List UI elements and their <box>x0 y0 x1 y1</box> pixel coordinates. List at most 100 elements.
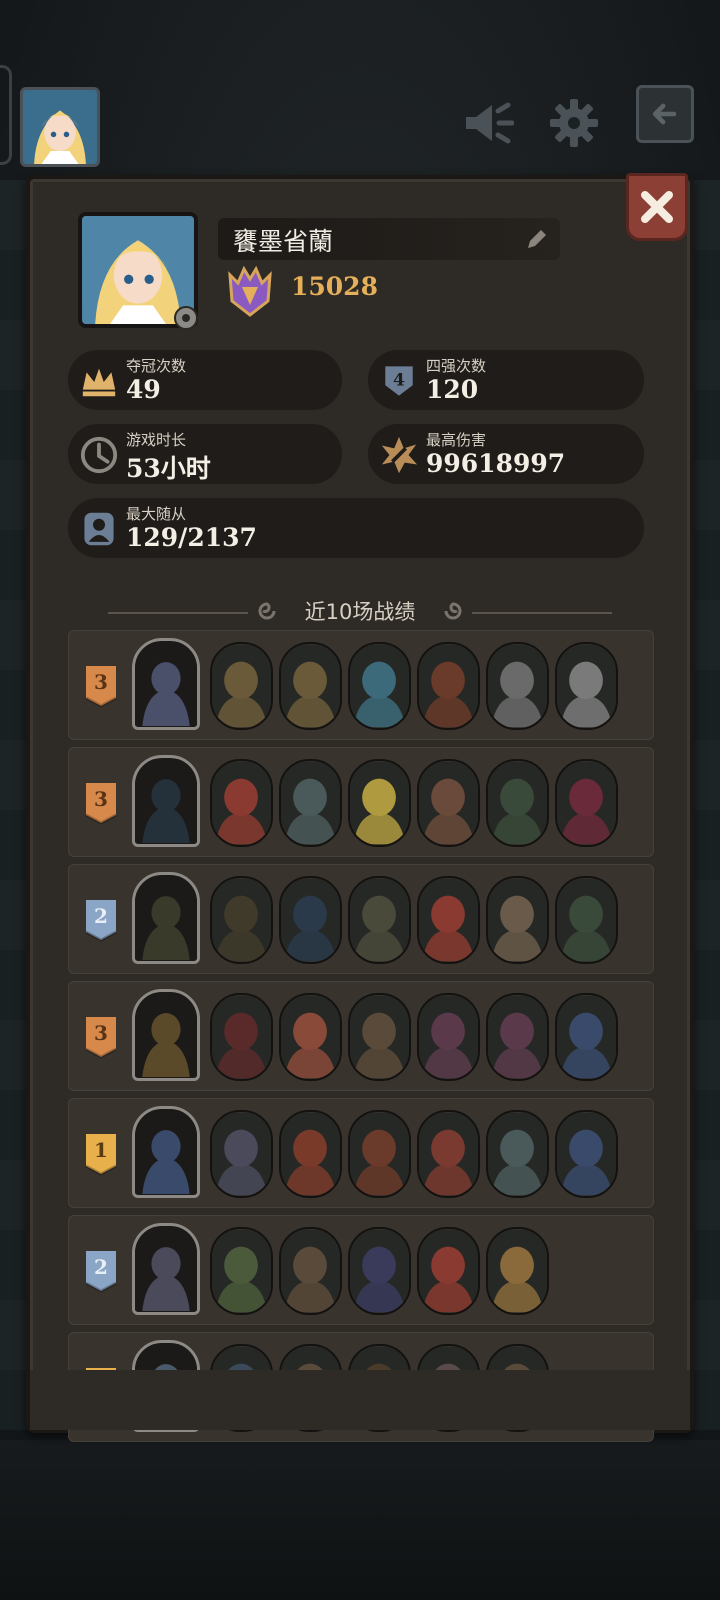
minion-portrait[interactable] <box>348 993 411 1081</box>
stat-label: 夺冠次数 <box>126 357 187 375</box>
minion-portrait[interactable] <box>348 876 411 964</box>
minion-portrait[interactable] <box>348 1227 411 1315</box>
stat-max-damage: 最高伤害 99618997 <box>368 424 644 484</box>
minion-portrait[interactable] <box>486 759 549 847</box>
minion-portrait[interactable] <box>210 1110 273 1198</box>
minion-portrait[interactable] <box>210 642 273 730</box>
hero-portrait[interactable] <box>132 1223 200 1315</box>
stat-label: 游戏时长 <box>126 431 187 449</box>
svg-text:4: 4 <box>393 370 405 390</box>
stat-max-minions: 最大随从 129/2137 <box>68 498 644 558</box>
stat-label: 四强次数 <box>426 357 487 375</box>
minion-portrait[interactable] <box>486 993 549 1081</box>
crown-icon <box>78 360 120 402</box>
minion-portrait[interactable] <box>417 642 480 730</box>
minion-portrait[interactable] <box>279 1227 342 1315</box>
recent-matches-title: 近10场战绩 <box>304 600 416 624</box>
background-floor <box>0 1440 720 1600</box>
placement-badge: 3 <box>84 1015 118 1059</box>
minion-portrait[interactable] <box>555 876 618 964</box>
settings-gear-icon[interactable] <box>169 301 203 335</box>
minion-portrait[interactable] <box>417 993 480 1081</box>
settings-icon[interactable] <box>544 93 604 153</box>
match-row[interactable]: 3 <box>68 630 654 740</box>
placement-number: 3 <box>94 787 108 811</box>
swirl-ornament-icon <box>444 602 462 620</box>
hero-portrait[interactable] <box>132 989 200 1081</box>
hero-portrait[interactable] <box>132 872 200 964</box>
placement-badge: 1 <box>84 1132 118 1176</box>
hero-portrait[interactable] <box>132 755 200 847</box>
side-panel-edge[interactable] <box>0 65 12 165</box>
burst-icon <box>378 434 420 476</box>
placement-number: 2 <box>94 1255 108 1279</box>
minion-portrait[interactable] <box>555 759 618 847</box>
stat-value: 99618997 <box>426 449 566 478</box>
megaphone-icon[interactable] <box>458 93 518 153</box>
stat-top4: 4 四强次数 120 <box>368 350 644 410</box>
minion-portrait[interactable] <box>210 876 273 964</box>
stat-champions: 夺冠次数 49 <box>68 350 342 410</box>
match-row[interactable]: 1 <box>68 1098 654 1208</box>
minion-portrait[interactable] <box>210 1227 273 1315</box>
match-row[interactable]: 3 <box>68 981 654 1091</box>
close-icon <box>641 191 673 223</box>
player-avatar-button[interactable] <box>20 87 100 167</box>
stat-value: 49 <box>126 375 161 404</box>
match-row[interactable]: 2 <box>68 864 654 974</box>
minion-portrait[interactable] <box>417 759 480 847</box>
edit-pencil-icon[interactable] <box>524 226 550 252</box>
minion-portrait[interactable] <box>555 993 618 1081</box>
minion-portrait[interactable] <box>417 1110 480 1198</box>
minion-portrait[interactable] <box>279 876 342 964</box>
minion-portrait[interactable] <box>348 1110 411 1198</box>
minion-portrait[interactable] <box>486 1110 549 1198</box>
placement-number: 3 <box>94 670 108 694</box>
minion-portrait[interactable] <box>210 993 273 1081</box>
minion-portrait[interactable] <box>417 876 480 964</box>
clock-icon <box>78 434 120 476</box>
minion-portrait[interactable] <box>210 759 273 847</box>
minion-portrait[interactable] <box>279 759 342 847</box>
minion-portrait[interactable] <box>555 642 618 730</box>
match-row[interactable]: 2 <box>68 1215 654 1325</box>
stat-label: 最高伤害 <box>426 431 487 449</box>
divider-right <box>472 612 612 614</box>
placement-badge: 3 <box>84 664 118 708</box>
minion-portrait[interactable] <box>486 642 549 730</box>
stat-value: 129/2137 <box>126 523 257 552</box>
placement-number: 3 <box>94 1021 108 1045</box>
background-wall-right <box>690 180 720 1430</box>
minion-portrait[interactable] <box>555 1110 618 1198</box>
minion-portrait[interactable] <box>348 759 411 847</box>
placement-number: 1 <box>94 1138 108 1162</box>
minion-portrait[interactable] <box>417 1227 480 1315</box>
stat-label: 最大随从 <box>126 505 187 523</box>
minion-portrait[interactable] <box>486 876 549 964</box>
minion-portrait[interactable] <box>348 642 411 730</box>
player-score: 15028 <box>291 272 378 301</box>
placement-number: 2 <box>94 904 108 928</box>
match-row[interactable]: 3 <box>68 747 654 857</box>
placement-badge: 3 <box>84 781 118 825</box>
minion-portrait[interactable] <box>486 1227 549 1315</box>
minion-portrait[interactable] <box>279 993 342 1081</box>
back-arrow-icon <box>652 103 677 125</box>
player-name: 饔墨省蘭 <box>233 227 334 256</box>
portrait-icon <box>78 508 120 550</box>
back-button[interactable] <box>636 85 694 143</box>
four-shield-icon: 4 <box>378 360 420 402</box>
rank-crest-icon <box>228 265 272 317</box>
list-clip <box>30 1370 690 1430</box>
hero-portrait[interactable] <box>132 638 200 730</box>
close-button[interactable] <box>626 173 688 241</box>
stat-value: 53小时 <box>126 454 211 483</box>
avatar-portrait-icon <box>23 90 97 164</box>
minion-portrait[interactable] <box>279 1110 342 1198</box>
placement-badge: 2 <box>84 1249 118 1293</box>
minion-portrait[interactable] <box>279 642 342 730</box>
stat-value: 120 <box>426 375 479 404</box>
placement-badge: 2 <box>84 898 118 942</box>
hero-portrait[interactable] <box>132 1106 200 1198</box>
stat-playtime: 游戏时长 53小时 <box>68 424 342 484</box>
